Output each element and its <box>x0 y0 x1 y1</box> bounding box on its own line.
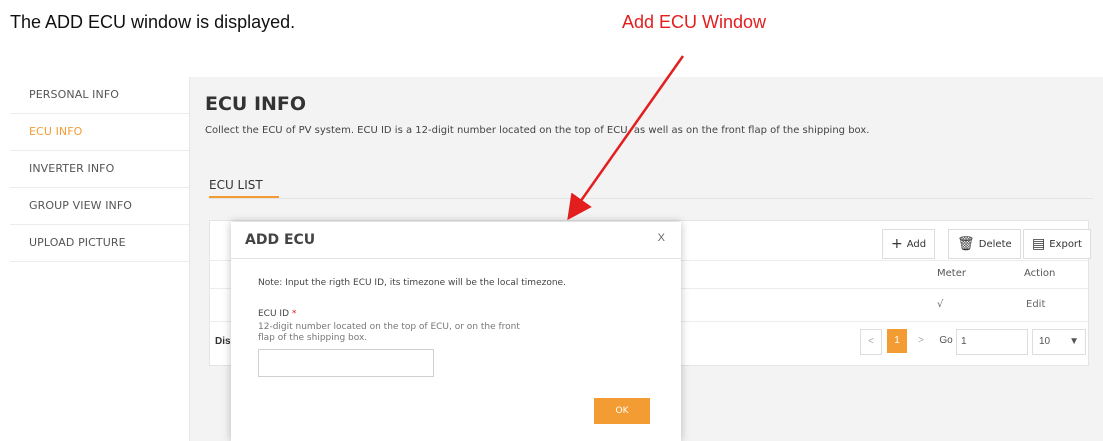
ok-button[interactable]: OK <box>594 398 650 424</box>
chevron-left-icon: < <box>868 336 874 347</box>
export-button-label: Export <box>1049 239 1082 250</box>
prev-page-button[interactable]: < <box>860 329 882 355</box>
caret-down-icon: ▼ <box>1069 336 1079 347</box>
ecu-id-input[interactable] <box>258 349 434 377</box>
page-size-select[interactable]: 10 ▼ <box>1032 329 1086 355</box>
page-title: ECU INFO <box>205 93 307 115</box>
edit-link[interactable]: Edit <box>1026 291 1045 319</box>
ecu-id-label-text: ECU ID <box>258 309 290 319</box>
column-header-meter: Meter <box>937 268 966 279</box>
page-size-value: 10 <box>1039 336 1051 347</box>
go-label: Go <box>939 335 953 346</box>
plus-icon: + <box>891 236 903 252</box>
sidebar-item-group-view-info[interactable]: GROUP VIEW INFO <box>10 188 189 225</box>
sidebar-item-upload-picture[interactable]: UPLOAD PICTURE <box>10 225 189 262</box>
caption-text: The ADD ECU window is displayed. <box>10 12 296 32</box>
delete-button[interactable]: 🗑 Delete <box>948 229 1021 259</box>
document-icon: ▤ <box>1032 236 1046 252</box>
required-mark: * <box>291 309 297 319</box>
chevron-right-icon: > <box>918 335 924 346</box>
sidebar-item-inverter-info[interactable]: INVERTER INFO <box>10 151 189 188</box>
ecu-id-label: ECU ID * <box>258 309 296 319</box>
sidebar-item-personal-info[interactable]: PERSONAL INFO <box>10 77 189 114</box>
tab-divider <box>209 198 1093 199</box>
delete-button-label: Delete <box>978 239 1012 250</box>
annotation-label: Add ECU Window <box>622 12 767 32</box>
add-button-label: Add <box>906 239 927 250</box>
page-description: Collect the ECU of PV system. ECU ID is … <box>205 125 870 136</box>
modal-header: ADD ECU X <box>231 222 681 259</box>
trash-icon: 🗑 <box>957 236 975 252</box>
display-count-text: Dis <box>215 336 231 347</box>
go-page-input[interactable]: 1 <box>956 329 1028 355</box>
close-button[interactable]: X <box>658 232 665 244</box>
column-header-action: Action <box>1024 268 1056 279</box>
page-number-current[interactable]: 1 <box>887 329 907 353</box>
modal-note: Note: Input the rigth ECU ID, its timezo… <box>258 278 566 288</box>
ecu-id-help: 12-digit number located on the top of EC… <box>258 322 520 343</box>
modal-title: ADD ECU <box>245 232 316 248</box>
export-button[interactable]: ▤ Export <box>1023 229 1091 259</box>
add-ecu-modal: ADD ECU X Note: Input the rigth ECU ID, … <box>231 222 681 441</box>
sidebar: PERSONAL INFO ECU INFO INVERTER INFO GRO… <box>10 77 190 441</box>
sidebar-item-ecu-info[interactable]: ECU INFO <box>10 114 189 151</box>
add-button[interactable]: + Add <box>882 229 936 259</box>
tab-ecu-list[interactable]: ECU LIST <box>209 178 263 192</box>
next-page-button[interactable]: > <box>913 329 929 353</box>
cell-meter: √ <box>937 299 944 310</box>
